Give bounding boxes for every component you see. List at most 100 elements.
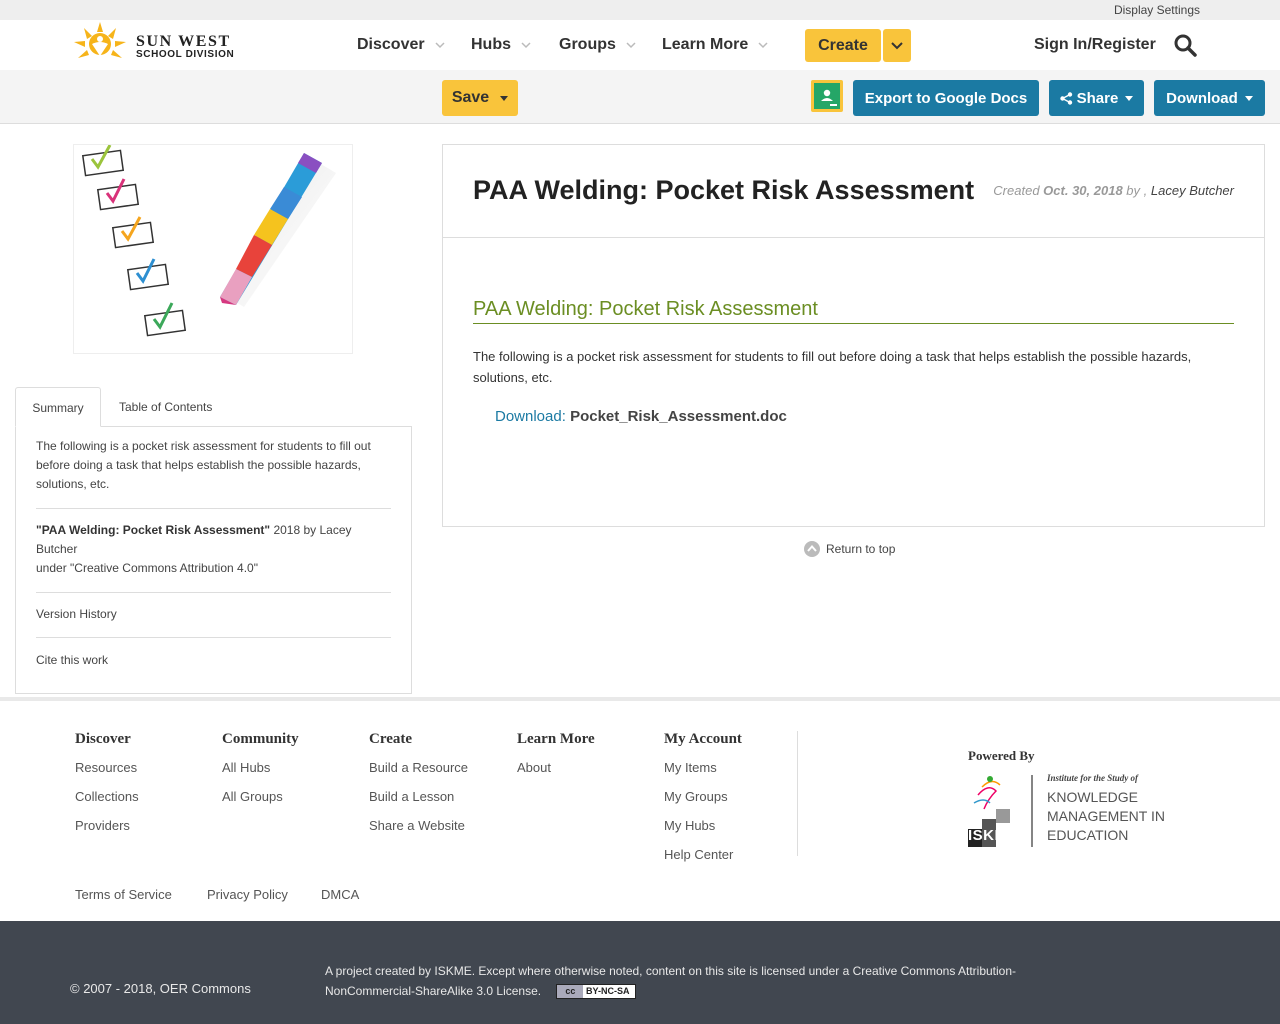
- search-icon[interactable]: [1173, 33, 1197, 57]
- share-button-label: Share: [1076, 89, 1119, 107]
- content-description: The following is a pocket risk assessmen…: [473, 349, 1192, 385]
- resource-meta: Created Oct. 30, 2018 by , Lacey Butcher: [993, 183, 1234, 198]
- attribution: "PAA Welding: Pocket Risk Assessment" 20…: [36, 521, 391, 578]
- download-button-label: Download: [1166, 89, 1238, 107]
- download-label[interactable]: Download:: [495, 408, 566, 425]
- footer-col-learn-more: Learn More About: [517, 731, 595, 787]
- nav-groups[interactable]: Groups: [559, 36, 636, 54]
- footer-heading: Discover: [75, 731, 131, 747]
- author-link[interactable]: Lacey Butcher: [1151, 183, 1234, 198]
- google-classroom-icon[interactable]: [811, 80, 843, 112]
- privacy-policy-link[interactable]: Privacy Policy: [207, 887, 288, 902]
- footer-col-community: Community All Hubs All Groups: [222, 731, 299, 816]
- footer-heading: My Account: [664, 731, 742, 747]
- version-history-link[interactable]: Version History: [36, 605, 391, 624]
- resource-card: PAA Welding: Pocket Risk Assessment Crea…: [442, 144, 1265, 527]
- return-to-top[interactable]: Return to top: [804, 541, 895, 557]
- return-to-top-label: Return to top: [826, 542, 896, 556]
- powered-by-label: Powered By: [968, 748, 1035, 763]
- chevron-down-icon: [891, 41, 903, 49]
- resource-title: PAA Welding: Pocket Risk Assessment: [473, 175, 975, 205]
- footer-link[interactable]: Build a Resource: [369, 758, 468, 787]
- sun-logo-icon: [74, 22, 126, 58]
- footer-col-discover: Discover Resources Collections Providers: [75, 731, 139, 845]
- iskme-line3: EDUCATION: [1047, 827, 1129, 843]
- main-nav: SUN WEST SCHOOL DIVISION Discover Hubs G…: [0, 20, 1280, 70]
- chevron-down-icon: [521, 41, 531, 48]
- chevron-down-icon: [758, 41, 768, 48]
- content-title: PAA Welding: Pocket Risk Assessment: [473, 298, 1234, 324]
- copyright-text: © 2007 - 2018, OER Commons: [70, 981, 251, 996]
- footer-link[interactable]: My Groups: [664, 787, 742, 816]
- chevron-down-icon: [626, 41, 636, 48]
- footer-heading: Community: [222, 731, 299, 747]
- summary-tabs: Summary Table of Contents: [15, 387, 412, 427]
- iskme-logo[interactable]: ISKME Institute for the Study of KNOWLED…: [968, 773, 1178, 849]
- footer-link[interactable]: Share a Website: [369, 816, 468, 845]
- resource-toolbar: Save Export to Google Docs Share Downloa…: [0, 70, 1280, 124]
- summary-description: The following is a pocket risk assessmen…: [36, 439, 371, 491]
- checklist-pencil-image: [81, 145, 336, 337]
- footer-link[interactable]: Build a Lesson: [369, 787, 468, 816]
- summary-panel: The following is a pocket risk assessmen…: [15, 426, 412, 694]
- tab-table-of-contents[interactable]: Table of Contents: [119, 387, 212, 427]
- footer: Discover Resources Collections Providers…: [0, 697, 1280, 921]
- created-date: Oct. 30, 2018: [1043, 183, 1123, 198]
- save-button[interactable]: Save: [442, 80, 518, 116]
- iskme-line1: KNOWLEDGE: [1047, 789, 1139, 805]
- sun-west-logo[interactable]: SUN WEST SCHOOL DIVISION: [70, 20, 240, 68]
- download-file-name[interactable]: Pocket_Risk_Assessment.doc: [570, 408, 787, 425]
- footer-link[interactable]: About: [517, 758, 595, 787]
- utility-bar: Display Settings: [0, 0, 1280, 20]
- attribution-title: "PAA Welding: Pocket Risk Assessment": [36, 523, 271, 537]
- nav-learn-more-label: Learn More: [662, 36, 749, 53]
- chevron-down-icon: [435, 41, 445, 48]
- footer-bottom-bar: © 2007 - 2018, OER Commons A project cre…: [0, 921, 1280, 1024]
- footer-link[interactable]: Providers: [75, 816, 139, 845]
- footer-link[interactable]: My Hubs: [664, 816, 742, 845]
- tab-summary[interactable]: Summary: [15, 387, 101, 427]
- nav-discover[interactable]: Discover: [357, 36, 445, 54]
- resource-header: PAA Welding: Pocket Risk Assessment Crea…: [443, 145, 1264, 238]
- share-icon: [1059, 91, 1072, 105]
- footer-heading: Learn More: [517, 731, 595, 747]
- iskme-tagline: Institute for the Study of: [1047, 773, 1139, 783]
- sign-in-register-link[interactable]: Sign In/Register: [1034, 36, 1156, 54]
- display-settings-link[interactable]: Display Settings: [1114, 3, 1200, 17]
- footer-col-my-account: My Account My Items My Groups My Hubs He…: [664, 731, 742, 874]
- footer-heading: Create: [369, 731, 413, 747]
- footer-link[interactable]: All Hubs: [222, 758, 299, 787]
- divider: [36, 592, 391, 593]
- cite-work-link[interactable]: Cite this work: [36, 651, 391, 670]
- nav-hubs-label: Hubs: [471, 36, 511, 53]
- create-button[interactable]: Create: [805, 29, 881, 62]
- download-button[interactable]: Download: [1154, 80, 1265, 116]
- footer-link[interactable]: My Items: [664, 758, 742, 787]
- file-download[interactable]: Download: Pocket_Risk_Assessment.doc: [495, 408, 787, 425]
- export-google-docs-button[interactable]: Export to Google Docs: [853, 80, 1039, 116]
- caret-down-icon: [1125, 95, 1134, 101]
- caret-down-icon: [1244, 95, 1253, 101]
- footer-link[interactable]: All Groups: [222, 787, 299, 816]
- arrow-up-circle-icon: [804, 541, 820, 557]
- cc-license-badge[interactable]: cc BY-NC-SA: [556, 984, 637, 1000]
- by-label: by ,: [1126, 183, 1148, 198]
- license-statement: A project created by ISKME. Except where…: [325, 964, 1017, 998]
- cc-badge-label: BY-NC-SA: [585, 986, 630, 997]
- divider: [36, 637, 391, 638]
- terms-of-service-link[interactable]: Terms of Service: [75, 887, 172, 902]
- attribution-license: under "Creative Commons Attribution 4.0": [36, 561, 258, 575]
- nav-discover-label: Discover: [357, 36, 425, 53]
- resource-thumbnail: [73, 144, 353, 354]
- save-button-label: Save: [451, 89, 490, 106]
- nav-hubs[interactable]: Hubs: [471, 36, 531, 54]
- nav-learn-more[interactable]: Learn More: [662, 36, 768, 54]
- footer-link[interactable]: Help Center: [664, 845, 742, 874]
- share-button[interactable]: Share: [1049, 80, 1144, 116]
- create-dropdown-toggle[interactable]: [883, 29, 911, 62]
- logo-line2: SCHOOL DIVISION: [136, 49, 235, 60]
- footer-link[interactable]: Resources: [75, 758, 139, 787]
- footer-link[interactable]: Collections: [75, 787, 139, 816]
- created-label: Created: [993, 183, 1040, 198]
- dmca-link[interactable]: DMCA: [321, 887, 359, 902]
